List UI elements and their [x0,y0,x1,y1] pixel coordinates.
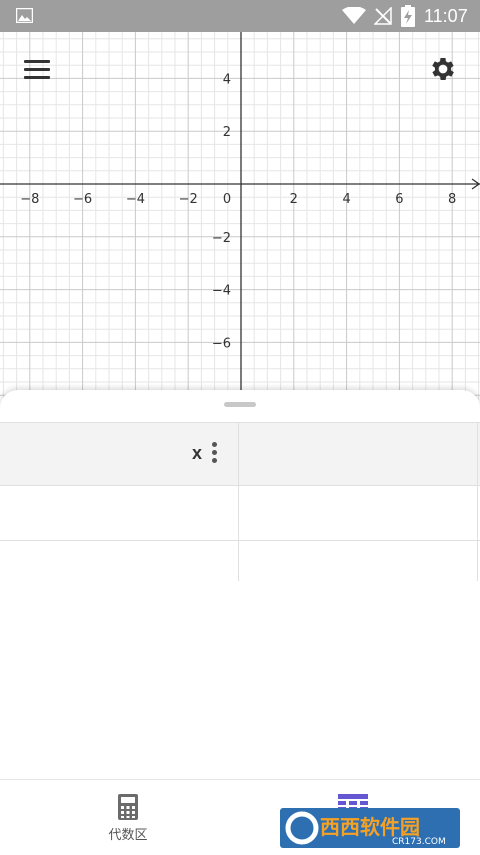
table-row [0,541,480,581]
coordinate-grid[interactable]: −8−6−4−202468642−2−4−6 [0,0,480,400]
empty-column-header[interactable] [239,423,478,485]
wifi-icon [342,7,366,24]
x-tick-label: −6 [73,192,92,207]
clock-time: 11:07 [424,6,468,26]
y-tick-label: 4 [223,72,231,87]
nav-algebra-tab[interactable]: 代数区 [96,794,160,850]
menu-bar [24,60,50,63]
y-tick-label: −2 [212,231,231,246]
value-table[interactable]: x [0,422,480,581]
x-tick-label: 8 [448,192,456,207]
table-cell[interactable] [239,486,478,540]
x-column-header[interactable]: x [0,423,239,485]
settings-gear-icon[interactable] [428,54,458,84]
column-header-label: x [192,443,203,463]
x-tick-label: −8 [20,192,39,207]
y-tick-label: −6 [212,336,231,351]
table-header-row: x [0,422,480,486]
x-tick-label: 4 [342,192,350,207]
x-tick-label: −2 [179,192,198,207]
x-tick-label: 6 [395,192,403,207]
no-signal-icon [374,7,392,25]
panel-drag-handle[interactable] [224,402,256,407]
calculator-icon [118,794,138,820]
status-bar: 11:07 [0,0,480,32]
y-tick-label: 2 [223,125,231,140]
table-panel[interactable]: x [0,390,480,780]
watermark-brand: 西西软件园 [320,815,420,839]
y-tick-label: −4 [212,284,231,299]
column-options-more-icon[interactable] [212,442,218,468]
table-cell[interactable] [0,541,239,581]
battery-charging-icon [401,5,415,27]
x-tick-label: −4 [126,192,145,207]
bottom-navigation: 代数区 西西软件园 CR173.COM [0,779,480,855]
x-tick-label: 0 [223,192,231,207]
table-cell[interactable] [0,486,239,540]
menu-bar [24,76,50,79]
table-row [0,486,480,541]
watermark-logo: 西西软件园 CR173.COM [280,808,460,848]
graphing-canvas[interactable]: −8−6−4−202468642−2−4−6 [0,0,480,400]
main-menu-button[interactable] [24,60,50,80]
menu-bar [24,68,50,71]
table-cell[interactable] [239,541,478,581]
x-tick-label: 2 [290,192,298,207]
nav-algebra-label: 代数区 [108,828,148,843]
image-notification-icon [16,8,33,23]
watermark-domain: CR173.COM [392,837,446,847]
